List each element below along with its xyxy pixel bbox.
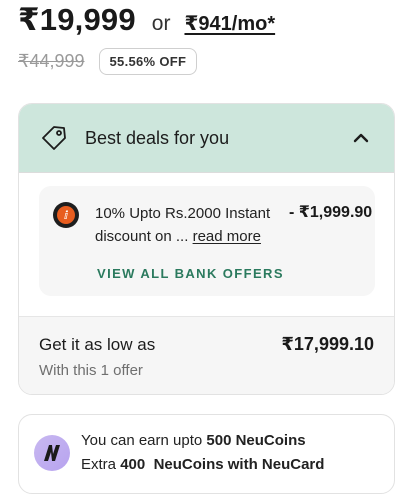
offer-description: 10% Upto Rs.2000 Instant discount on ...… [95, 202, 285, 248]
read-more-link[interactable]: read more [193, 228, 261, 245]
lowest-price-label: Get it as low as [39, 335, 156, 354]
neucoins-card[interactable]: You can earn upto 500 NeuCoins Extra 400… [18, 414, 395, 494]
extra-neucard-text: NeuCoins with NeuCard [153, 456, 325, 473]
mrp-price: ₹44,999 [18, 50, 85, 71]
emi-price-link[interactable]: ₹941/mo* [184, 11, 275, 36]
neucoin-icon [34, 435, 70, 471]
bank-offer-item: ⅈ 10% Upto Rs.2000 Instant discount on .… [39, 186, 375, 296]
mrp-row: ₹44,999 55.56% OFF [18, 46, 198, 76]
lowest-price-section: Get it as low as With this 1 offer ₹17,9… [19, 316, 394, 394]
or-label: or [151, 12, 171, 35]
lowest-price-value: ₹17,999.10 [281, 334, 374, 354]
earn-amount: 500 NeuCoins [206, 432, 306, 449]
offer-discount-amount: - ₹1,999.90 [289, 204, 373, 221]
chevron-up-icon[interactable] [348, 125, 374, 151]
best-deals-title: Best deals for you [85, 127, 230, 148]
bank-logo-icon: ⅈ [53, 202, 79, 228]
best-deals-header[interactable]: Best deals for you [19, 104, 394, 173]
best-deals-card: Best deals for you ⅈ 10% Upto Rs.2000 In… [18, 103, 395, 395]
view-all-bank-offers-link[interactable]: VIEW ALL BANK OFFERS [97, 266, 284, 281]
price-tag-icon [39, 123, 69, 153]
extra-amount: 400 [120, 456, 146, 473]
neucard-extra-text: Extra 400 NeuCoins with NeuCard [81, 456, 324, 473]
extra-prefix: Extra [81, 456, 121, 473]
earn-prefix: You can earn upto [81, 432, 207, 449]
discount-badge: 55.56% OFF [98, 47, 198, 75]
selling-price: ₹19,999 [18, 2, 136, 37]
neucoins-earn-text: You can earn upto 500 NeuCoins [81, 432, 306, 449]
price-row: ₹19,999 or ₹941/mo* [18, 2, 275, 42]
lowest-price-subtext: With this 1 offer [39, 362, 143, 379]
